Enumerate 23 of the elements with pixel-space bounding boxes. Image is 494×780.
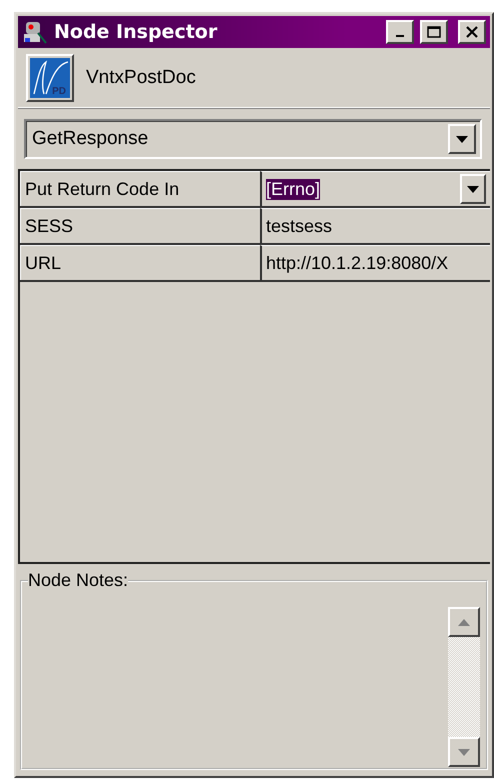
property-name: Put Return Code In: [20, 171, 260, 206]
caret-icon: [456, 136, 468, 142]
minimize-button[interactable]: [386, 20, 414, 44]
caret-icon: [467, 186, 479, 192]
dropdown-button[interactable]: [460, 174, 486, 204]
scroll-down-button[interactable]: [448, 737, 480, 767]
maximize-button[interactable]: [420, 20, 448, 44]
node-name: VntxPostDoc: [86, 66, 196, 88]
property-value[interactable]: http://10.1.2.19:8080/X: [260, 245, 490, 280]
close-button[interactable]: [458, 20, 486, 44]
maximize-icon: [427, 26, 441, 38]
scroll-up-button[interactable]: [448, 607, 480, 637]
property-name: URL: [20, 245, 260, 280]
property-value-dropdown[interactable]: [Errno]: [260, 171, 490, 206]
notes-label: Node Notes:: [28, 570, 128, 591]
method-dropdown[interactable]: GetResponse: [24, 119, 482, 159]
property-value[interactable]: testsess: [260, 208, 490, 243]
minimize-icon: [396, 35, 404, 37]
dropdown-button[interactable]: [448, 124, 476, 154]
close-icon: [466, 26, 478, 38]
robot-icon: [22, 19, 48, 45]
property-name: SESS: [20, 208, 260, 243]
window-title: Node Inspector: [54, 21, 218, 43]
